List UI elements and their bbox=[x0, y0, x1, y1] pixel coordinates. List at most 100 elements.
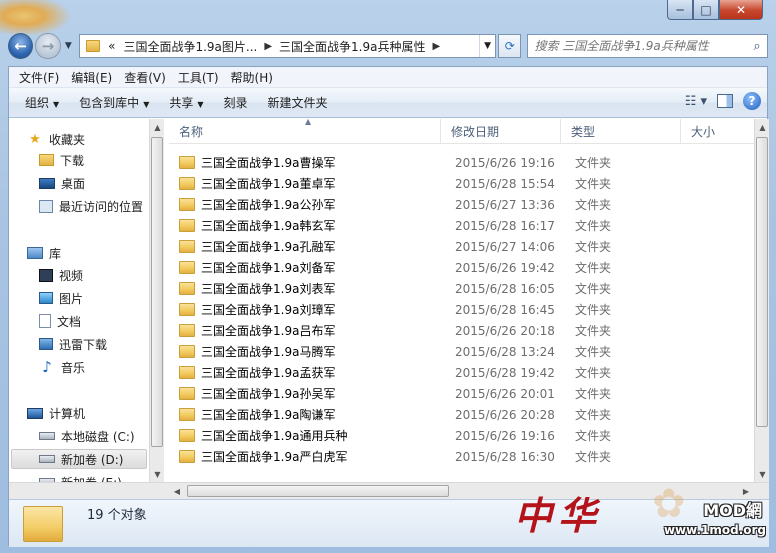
scroll-down-icon[interactable]: ▼ bbox=[150, 466, 165, 482]
nav-computer[interactable]: 计算机 bbox=[27, 403, 85, 423]
nav-recent-places[interactable]: 最近访问的位置 bbox=[39, 196, 143, 216]
menu-help[interactable]: 帮助(H) bbox=[225, 69, 279, 86]
file-type: 文件夹 bbox=[575, 240, 612, 254]
column-date-modified[interactable]: 修改日期 bbox=[441, 119, 561, 144]
nav-documents[interactable]: 文档 bbox=[39, 311, 81, 331]
file-row[interactable]: 三国全面战争1.9a孙吴军 2015/6/26 20:01 文件夹 bbox=[179, 383, 611, 404]
menu-file[interactable]: 文件(F) bbox=[13, 69, 65, 86]
file-row[interactable]: 三国全面战争1.9a刘备军 2015/6/26 19:42 文件夹 bbox=[179, 257, 611, 278]
chevron-right-icon[interactable]: ▶ bbox=[430, 41, 444, 52]
address-bar[interactable]: « 三国全面战争1.9a图片... ▶ 三国全面战争1.9a兵种属性 ▶ ▼ bbox=[79, 34, 497, 58]
navpane-scrollbar[interactable]: ▲ ▼ bbox=[149, 119, 164, 482]
horizontal-scroll-thumb[interactable] bbox=[187, 485, 449, 497]
nav-drive-e[interactable]: 新加卷 (E:) bbox=[39, 472, 122, 482]
nav-pictures[interactable]: 图片 bbox=[39, 288, 83, 308]
minimize-button[interactable]: ─ bbox=[667, 0, 693, 20]
file-row[interactable]: 三国全面战争1.9a韩玄军 2015/6/28 16:17 文件夹 bbox=[179, 215, 611, 236]
file-row[interactable]: 三国全面战争1.9a孔融军 2015/6/27 14:06 文件夹 bbox=[179, 236, 611, 257]
column-name[interactable]: 名称 bbox=[169, 119, 441, 144]
nav-downloads[interactable]: 下载 bbox=[39, 150, 84, 170]
burn-button[interactable]: 刻录 bbox=[214, 94, 258, 111]
scroll-down-icon[interactable]: ▼ bbox=[755, 466, 770, 482]
item-count: 19 个对象 bbox=[87, 508, 147, 523]
folder-icon bbox=[179, 198, 195, 211]
view-options-icon[interactable]: ☷ ▾ bbox=[685, 94, 707, 109]
file-row[interactable]: 三国全面战争1.9a孟获军 2015/6/28 19:42 文件夹 bbox=[179, 362, 611, 383]
close-button[interactable]: ✕ bbox=[719, 0, 763, 20]
file-row[interactable]: 三国全面战争1.9a刘表军 2015/6/28 16:05 文件夹 bbox=[179, 278, 611, 299]
menu-bar: 文件(F) 编辑(E) 查看(V) 工具(T) 帮助(H) bbox=[9, 67, 767, 88]
file-row[interactable]: 三国全面战争1.9a通用兵种 2015/6/26 19:16 文件夹 bbox=[179, 425, 611, 446]
explorer-window: ─ □ ✕ ← → ▼ « 三国全面战争1.9a图片... ▶ 三国全面战争1.… bbox=[0, 0, 776, 553]
filelist-scrollbar[interactable]: ▲ ▼ bbox=[754, 119, 769, 482]
organize-button[interactable]: 组织 ▼ bbox=[15, 94, 69, 111]
file-name: 三国全面战争1.9a曹操军 bbox=[201, 156, 336, 170]
nav-thunder-downloads[interactable]: 迅雷下载 bbox=[39, 334, 107, 354]
breadcrumb-current[interactable]: 三国全面战争1.9a兵种属性 bbox=[275, 38, 429, 55]
file-row[interactable]: 三国全面战争1.9a吕布军 2015/6/26 20:18 文件夹 bbox=[179, 320, 611, 341]
menu-edit[interactable]: 编辑(E) bbox=[65, 69, 118, 86]
menu-tools[interactable]: 工具(T) bbox=[172, 69, 225, 86]
column-type[interactable]: 类型 bbox=[561, 119, 681, 144]
watermark-brand: MOD網 bbox=[703, 501, 762, 520]
search-input[interactable] bbox=[528, 39, 747, 53]
file-row[interactable]: 三国全面战争1.9a马腾军 2015/6/28 13:24 文件夹 bbox=[179, 341, 611, 362]
file-name: 三国全面战争1.9a陶谦军 bbox=[201, 408, 336, 422]
scroll-left-icon[interactable]: ◀ bbox=[169, 483, 185, 499]
folder-icon bbox=[179, 240, 195, 253]
file-row[interactable]: 三国全面战争1.9a严白虎军 2015/6/28 16:30 文件夹 bbox=[179, 446, 611, 467]
dropdown-arrow-icon: ▼ bbox=[197, 100, 204, 109]
recent-pages-dropdown-icon[interactable]: ▼ bbox=[62, 41, 76, 51]
file-row[interactable]: 三国全面战争1.9a曹操军 2015/6/26 19:16 文件夹 bbox=[179, 152, 611, 173]
file-type: 文件夹 bbox=[575, 387, 612, 401]
scroll-up-icon[interactable]: ▲ bbox=[150, 119, 165, 135]
file-name: 三国全面战争1.9a刘表军 bbox=[201, 282, 336, 296]
file-name: 三国全面战争1.9a吕布军 bbox=[201, 324, 336, 338]
nav-drive-d[interactable]: 新加卷 (D:) bbox=[11, 449, 147, 469]
share-button[interactable]: 共享 ▼ bbox=[159, 94, 213, 111]
download-library-icon bbox=[39, 338, 53, 350]
file-row[interactable]: 三国全面战争1.9a董卓军 2015/6/28 15:54 文件夹 bbox=[179, 173, 611, 194]
folder-icon bbox=[179, 156, 195, 169]
address-dropdown-icon[interactable]: ▼ bbox=[479, 35, 495, 57]
nav-favorites[interactable]: ★ 收藏夹 bbox=[27, 129, 85, 149]
file-date: 2015/6/28 16:30 bbox=[455, 449, 555, 464]
folder-icon bbox=[179, 303, 195, 316]
file-date: 2015/6/26 19:42 bbox=[455, 260, 555, 275]
nav-desktop[interactable]: 桌面 bbox=[39, 173, 85, 193]
watermark-seal-icon: ✿ bbox=[652, 481, 686, 527]
new-folder-button[interactable]: 新建文件夹 bbox=[258, 94, 338, 111]
chevron-right-icon[interactable]: ▶ bbox=[261, 41, 275, 52]
file-date: 2015/6/28 16:05 bbox=[455, 281, 555, 296]
folder-icon bbox=[179, 429, 195, 442]
scroll-up-icon[interactable]: ▲ bbox=[755, 119, 770, 135]
folder-icon bbox=[179, 345, 195, 358]
search-icon[interactable]: ⌕ bbox=[747, 39, 767, 54]
nav-drive-c[interactable]: 本地磁盘 (C:) bbox=[39, 426, 135, 446]
nav-libraries[interactable]: 库 bbox=[27, 243, 61, 263]
filelist-scroll-thumb[interactable] bbox=[756, 137, 768, 427]
navpane-scroll-thumb[interactable] bbox=[151, 137, 163, 447]
breadcrumb-overflow[interactable]: « bbox=[104, 39, 119, 53]
nav-videos[interactable]: 视频 bbox=[39, 265, 83, 285]
maximize-button[interactable]: □ bbox=[693, 0, 719, 20]
help-icon[interactable]: ? bbox=[743, 92, 761, 110]
hard-drive-icon bbox=[39, 432, 55, 440]
preview-pane-icon[interactable] bbox=[717, 94, 733, 108]
file-row[interactable]: 三国全面战争1.9a公孙军 2015/6/27 13:36 文件夹 bbox=[179, 194, 611, 215]
forward-button[interactable]: → bbox=[35, 33, 61, 59]
file-date: 2015/6/26 19:16 bbox=[455, 428, 555, 443]
back-button[interactable]: ← bbox=[8, 33, 34, 59]
menu-view[interactable]: 查看(V) bbox=[118, 69, 172, 86]
breadcrumb-parent[interactable]: 三国全面战争1.9a图片... bbox=[119, 38, 261, 55]
file-row[interactable]: 三国全面战争1.9a陶谦军 2015/6/26 20:28 文件夹 bbox=[179, 404, 611, 425]
file-date: 2015/6/26 19:16 bbox=[455, 155, 555, 170]
search-box[interactable]: ⌕ bbox=[527, 34, 768, 58]
include-in-library-button[interactable]: 包含到库中 ▼ bbox=[69, 94, 159, 111]
file-row[interactable]: 三国全面战争1.9a刘璋军 2015/6/28 16:45 文件夹 bbox=[179, 299, 611, 320]
file-type: 文件夹 bbox=[575, 450, 612, 464]
file-type: 文件夹 bbox=[575, 282, 612, 296]
downloads-folder-icon bbox=[39, 154, 54, 166]
nav-music[interactable]: ♪ 音乐 bbox=[39, 357, 85, 377]
refresh-button[interactable]: ⟳ bbox=[498, 34, 522, 58]
